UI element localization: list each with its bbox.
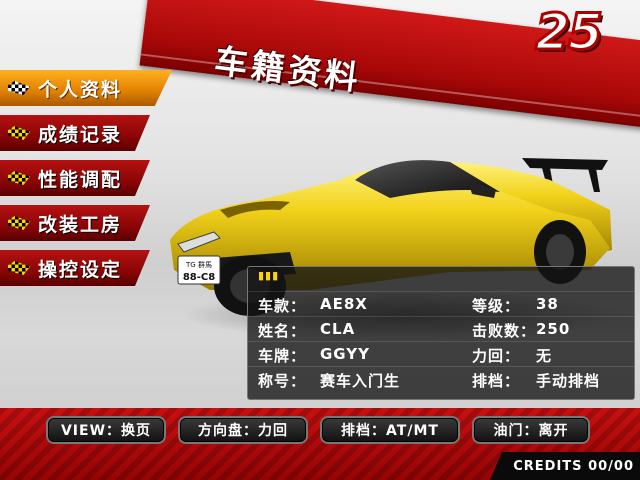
field-label: 车牌：: [258, 347, 307, 365]
menu-item-profile[interactable]: 个人资料: [0, 70, 190, 106]
field-value: 手动排档: [536, 372, 601, 390]
field-label: 等级：: [472, 297, 521, 315]
wheel-button[interactable]: 方向盘：力回: [178, 416, 308, 444]
profile-row: 车牌： GGYY 力回： 无: [248, 341, 634, 366]
field-label: 排档：: [472, 372, 521, 390]
menu-item-label: 成绩记录: [38, 123, 123, 146]
field-label: 力回：: [472, 347, 521, 365]
field-value: 38: [536, 295, 559, 313]
menu-item-records[interactable]: 成绩记录: [0, 115, 190, 151]
field-value: AE8X: [320, 295, 368, 313]
field-value: 无: [536, 347, 553, 365]
menu-item-garage[interactable]: 改装工房: [0, 205, 190, 241]
control-buttons: VIEW：换页 方向盘：力回 排档：AT/MT 油门：离开: [0, 416, 640, 444]
menu-item-tuning[interactable]: 性能调配: [0, 160, 190, 196]
profile-row: 车款： AE8X 等级： 38: [248, 291, 634, 316]
profile-panel: ▮▮▮ 车款： AE8X 等级： 38 姓名： CLA 击败数： 250 车牌：…: [247, 266, 635, 400]
view-button[interactable]: VIEW：换页: [46, 416, 166, 444]
menu-item-controls[interactable]: 操控设定: [0, 250, 190, 286]
game-logo: 25: [534, 3, 605, 61]
profile-rows: 车款： AE8X 等级： 38 姓名： CLA 击败数： 250 车牌： GGY…: [248, 291, 634, 391]
field-value: 赛车入门生: [320, 372, 401, 390]
credits-counter: CREDITS 00/00: [490, 452, 640, 480]
side-menu: 个人资料 成绩记录 性能调配 改装工房 操控设定: [0, 70, 190, 295]
menu-item-label: 改装工房: [38, 213, 123, 236]
field-value: GGYY: [320, 345, 371, 363]
panel-tab-marks: ▮▮▮: [258, 269, 280, 282]
menu-item-label: 个人资料: [38, 78, 123, 101]
menu-item-label: 操控设定: [38, 258, 123, 281]
field-label: 击败数：: [472, 322, 537, 340]
field-label: 称号：: [258, 372, 307, 390]
menu-item-label: 性能调配: [38, 168, 123, 191]
field-value: CLA: [320, 320, 356, 338]
gear-button[interactable]: 排档：AT/MT: [320, 416, 460, 444]
profile-row: 称号： 赛车入门生 排档： 手动排档: [248, 366, 634, 391]
field-label: 姓名：: [258, 322, 307, 340]
field-value: 250: [536, 320, 571, 338]
throttle-button[interactable]: 油门：离开: [472, 416, 590, 444]
profile-row: 姓名： CLA 击败数： 250: [248, 316, 634, 341]
field-label: 车款：: [258, 297, 307, 315]
